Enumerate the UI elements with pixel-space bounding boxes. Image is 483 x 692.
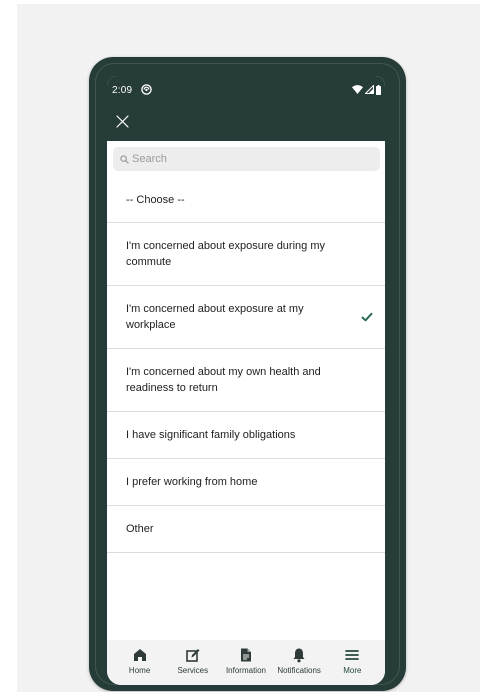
app-notification-icon	[141, 84, 152, 95]
option-workplace[interactable]: I'm concerned about exposure at my workp…	[107, 286, 385, 349]
nav-home[interactable]: Home	[114, 640, 166, 685]
status-bar: 2:09	[107, 76, 385, 101]
option-label: I'm concerned about exposure during my c…	[126, 240, 325, 268]
app-bar	[107, 101, 385, 141]
search-icon	[120, 154, 129, 164]
option-choose[interactable]: -- Choose --	[107, 177, 385, 223]
edit-icon	[185, 649, 200, 662]
nav-label: Home	[128, 666, 151, 675]
close-button[interactable]	[111, 110, 133, 132]
search-input[interactable]	[132, 153, 352, 165]
option-family-obligations[interactable]: I have significant family obligations	[107, 412, 385, 459]
status-time: 2:09	[112, 85, 133, 96]
option-label: I'm concerned about my own health and re…	[126, 366, 321, 394]
menu-icon	[345, 650, 360, 660]
option-list: -- Choose -- I'm concerned about exposur…	[107, 177, 385, 553]
nav-label: Services	[177, 666, 209, 675]
bottom-navigation: Home Services Information Notifications …	[107, 640, 385, 685]
nav-services[interactable]: Services	[167, 640, 219, 685]
nav-more[interactable]: More	[326, 640, 378, 685]
nav-label: Notifications	[277, 666, 321, 675]
option-label: I have significant family obligations	[126, 429, 296, 441]
option-own-health[interactable]: I'm concerned about my own health and re…	[107, 349, 385, 412]
checkmark-icon	[361, 312, 373, 322]
status-indicators	[352, 84, 381, 95]
phone-frame: 2:09 Search -- Choose -- I'm concerned a…	[89, 57, 406, 691]
option-label: I'm concerned about exposure at my workp…	[126, 303, 304, 331]
phone-screen: 2:09 Search -- Choose -- I'm concerned a…	[107, 76, 385, 685]
nav-notifications[interactable]: Notifications	[273, 640, 325, 685]
home-icon	[133, 649, 146, 661]
option-working-from-home[interactable]: I prefer working from home	[107, 459, 385, 506]
option-commute[interactable]: I'm concerned about exposure during my c…	[107, 223, 385, 286]
signal-icon	[365, 85, 374, 94]
search-box[interactable]	[113, 147, 380, 171]
nav-information[interactable]: Information	[220, 640, 272, 685]
option-label: -- Choose --	[126, 193, 185, 206]
battery-icon	[376, 84, 381, 95]
option-label: I prefer working from home	[126, 476, 258, 488]
nav-label: Information	[225, 666, 266, 675]
nav-label: More	[343, 666, 362, 675]
wifi-icon	[352, 85, 363, 94]
option-other[interactable]: Other	[107, 506, 385, 553]
close-icon	[115, 114, 129, 128]
bell-icon	[293, 648, 305, 663]
option-label: Other	[126, 523, 154, 535]
document-icon	[240, 648, 251, 662]
search-bar	[107, 141, 385, 177]
